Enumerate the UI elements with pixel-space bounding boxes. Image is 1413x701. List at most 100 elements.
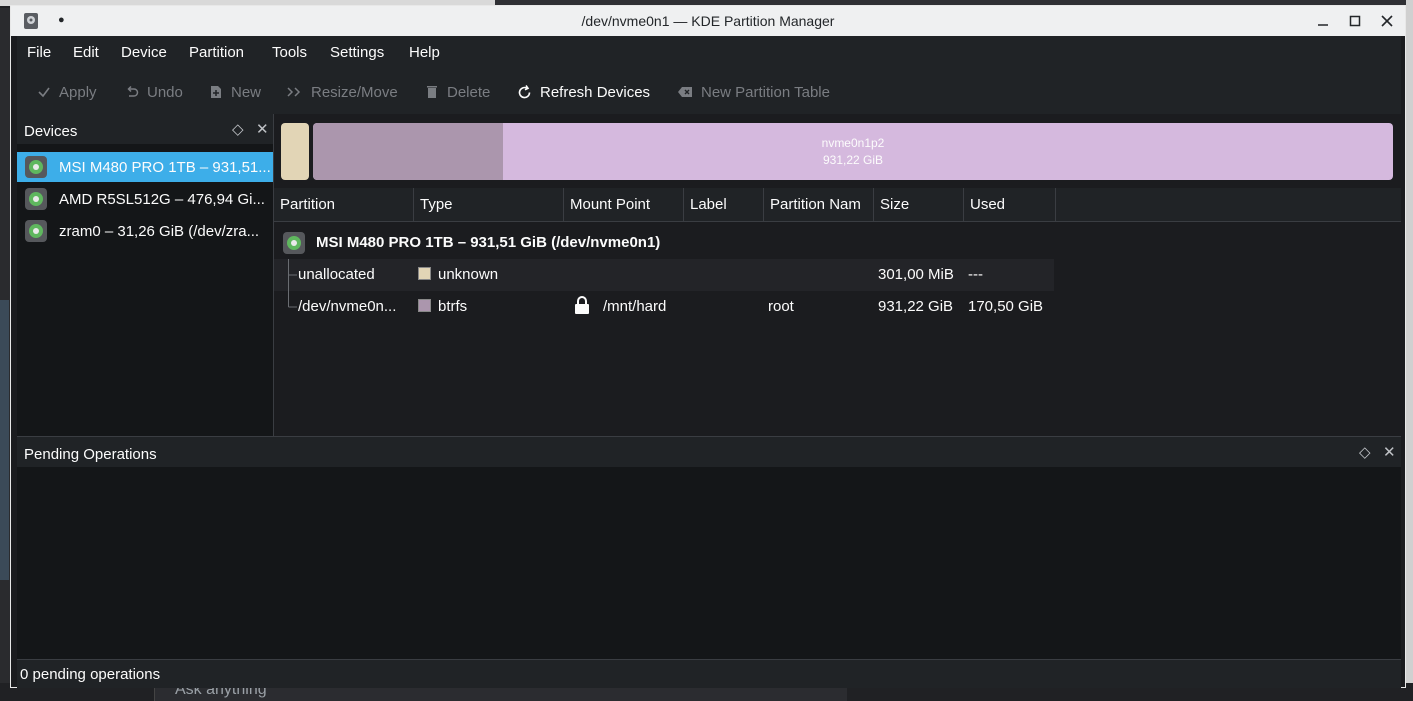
undo-icon: [127, 85, 139, 97]
new-partition-button[interactable]: New: [209, 82, 261, 102]
column-partition-name[interactable]: Partition Nam: [764, 188, 874, 221]
minimize-button[interactable]: [1314, 12, 1332, 30]
column-partition[interactable]: Partition: [274, 188, 414, 221]
pending-count-status: 0 pending operations: [20, 666, 161, 683]
apply-button[interactable]: Apply: [37, 82, 97, 102]
undo-button[interactable]: Undo: [125, 82, 183, 102]
type-label: btrfs: [438, 298, 468, 315]
status-bar: 0 pending operations: [17, 659, 1401, 688]
close-icon: [1381, 15, 1393, 27]
checkmark-icon: [38, 87, 50, 98]
new-label: New: [231, 83, 262, 101]
table-row[interactable]: unallocated unknown 301,00 MiB ---: [274, 259, 1054, 291]
device-row-label: MSI M480 PRO 1TB – 931,51 GiB (/dev/nvme…: [316, 234, 661, 251]
resize-move-icon: [287, 87, 301, 97]
hard-disk-icon: [25, 156, 47, 178]
segment-name: nvme0n1p2: [821, 136, 885, 150]
lock-icon: [575, 296, 589, 314]
device-item[interactable]: zram0 – 31,26 GiB (/dev/zra...: [17, 216, 273, 246]
devices-panel: Devices ◇ ✕ MSI M480 PRO 1TB – 931,51...…: [17, 114, 274, 436]
background-window-edge: [1406, 0, 1413, 701]
trash-icon: [427, 86, 437, 98]
resize-move-label: Resize/Move: [311, 83, 398, 101]
device-item[interactable]: MSI M480 PRO 1TB – 931,51...: [17, 152, 273, 182]
new-partition-icon: [211, 86, 221, 98]
close-panel-icon[interactable]: ✕: [1383, 443, 1396, 461]
title-bar[interactable]: ● /dev/nvme0n1 — KDE Partition Manager: [11, 6, 1405, 36]
partition-graph: nvme0n1p2 931,22 GiB: [280, 122, 1394, 182]
pending-operations-panel: Pending Operations ◇ ✕: [17, 436, 1401, 660]
partition-segment[interactable]: nvme0n1p2 931,22 GiB: [313, 123, 1393, 180]
hard-disk-icon: [25, 220, 47, 242]
menu-bar: File Edit Device Partition Tools Setting…: [17, 36, 1401, 68]
type-label: unknown: [438, 266, 499, 283]
menu-edit[interactable]: Edit: [73, 44, 99, 61]
menu-device[interactable]: Device: [121, 44, 167, 61]
refresh-icon: [518, 84, 531, 98]
maximize-button[interactable]: [1346, 12, 1364, 30]
minimize-icon: [1318, 24, 1328, 26]
device-label: zram0 – 31,26 GiB (/dev/zra...: [59, 222, 260, 240]
column-type[interactable]: Type: [414, 188, 564, 221]
cell-used: 170,50 GiB: [968, 298, 1044, 315]
table-row[interactable]: /dev/nvme0n... btrfs /mnt/hard root 931,…: [274, 291, 1054, 323]
device-label: MSI M480 PRO 1TB – 931,51...: [59, 158, 271, 176]
devices-panel-header: Devices ◇ ✕: [17, 114, 273, 144]
tree-branch: [288, 259, 297, 291]
pending-panel-header: Pending Operations ◇ ✕: [17, 437, 1401, 467]
delete-button[interactable]: Delete: [425, 82, 490, 102]
column-size[interactable]: Size: [874, 188, 964, 221]
unallocated-segment[interactable]: [281, 123, 309, 180]
refresh-devices-button[interactable]: Refresh Devices: [517, 82, 650, 102]
menu-tools[interactable]: Tools: [272, 44, 307, 61]
hard-disk-icon: [25, 188, 47, 210]
menu-file[interactable]: File: [27, 44, 51, 61]
new-table-label: New Partition Table: [701, 83, 830, 101]
new-partition-table-button[interactable]: New Partition Table: [677, 82, 830, 102]
resize-move-button[interactable]: Resize/Move: [287, 82, 398, 102]
apply-label: Apply: [59, 83, 97, 101]
devices-title: Devices: [24, 123, 78, 140]
tree-branch: [288, 291, 297, 308]
undo-label: Undo: [147, 83, 183, 101]
cell-used: ---: [968, 266, 983, 283]
column-mount-point[interactable]: Mount Point: [564, 188, 684, 221]
cell-partition-name: root: [768, 298, 794, 315]
close-button[interactable]: [1378, 12, 1396, 30]
partition-view: nvme0n1p2 931,22 GiB Partition Type Moun…: [274, 114, 1401, 436]
partition-table-icon: [678, 87, 692, 97]
type-color-swatch: [418, 267, 431, 280]
maximize-icon: [1349, 15, 1361, 27]
device-item[interactable]: AMD R5SL512G – 476,94 Gi...: [17, 184, 273, 214]
cell-size: 301,00 MiB: [878, 266, 954, 283]
device-label: AMD R5SL512G – 476,94 Gi...: [59, 190, 265, 208]
mount-label: /mnt/hard: [603, 298, 667, 315]
cell-mount-point: /mnt/hard: [573, 291, 666, 323]
pending-title: Pending Operations: [24, 446, 157, 463]
device-tree-row[interactable]: MSI M480 PRO 1TB – 931,51 GiB (/dev/nvme…: [274, 227, 1054, 259]
column-label[interactable]: Label: [684, 188, 764, 221]
cell-size: 931,22 GiB: [878, 298, 954, 315]
refresh-label: Refresh Devices: [540, 83, 651, 101]
float-panel-icon[interactable]: ◇: [1359, 443, 1371, 461]
delete-label: Delete: [447, 83, 491, 101]
float-panel-icon[interactable]: ◇: [232, 120, 244, 138]
cell-partition: /dev/nvme0n...: [298, 298, 397, 315]
toolbar: Apply Undo New Resize/Move Delete Refres…: [17, 68, 1401, 115]
partition-segment-label: nvme0n1p2 931,22 GiB: [313, 135, 1393, 169]
cell-type: unknown: [418, 259, 498, 291]
type-color-swatch: [418, 299, 431, 312]
close-panel-icon[interactable]: ✕: [256, 120, 269, 138]
column-used[interactable]: Used: [964, 188, 1056, 221]
partition-manager-window: ● /dev/nvme0n1 — KDE Partition Manager F…: [10, 5, 1406, 688]
window-title: /dev/nvme0n1 — KDE Partition Manager: [581, 13, 835, 29]
cell-partition: unallocated: [298, 266, 375, 283]
cell-type: btrfs: [418, 291, 467, 323]
table-header: Partition Type Mount Point Label Partiti…: [274, 188, 1401, 222]
menu-help[interactable]: Help: [409, 44, 440, 61]
background-window-edge: [0, 300, 9, 580]
hard-disk-icon: [283, 232, 305, 254]
menu-settings[interactable]: Settings: [330, 44, 384, 61]
menu-partition[interactable]: Partition: [189, 44, 244, 61]
segment-size: 931,22 GiB: [822, 153, 884, 167]
